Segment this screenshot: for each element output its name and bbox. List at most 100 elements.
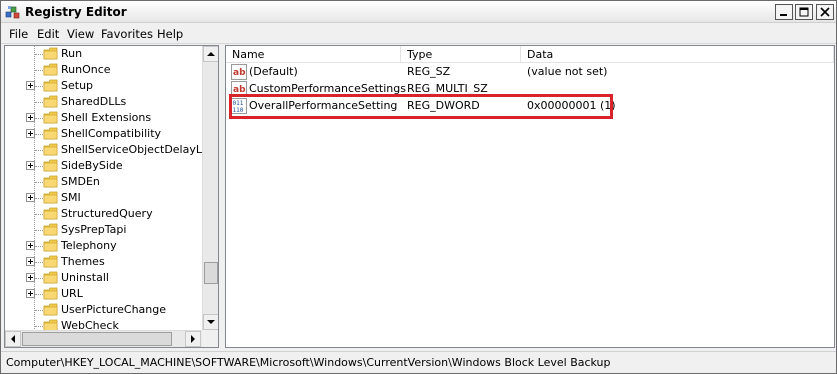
expand-icon[interactable]: [26, 257, 35, 266]
string-value-icon: ab: [231, 81, 247, 94]
tree-item-label: Shell Extensions: [61, 111, 152, 124]
tree-item[interactable]: SMI: [5, 190, 205, 206]
tree-connector: [35, 102, 43, 103]
column-header-name[interactable]: Name: [226, 46, 401, 63]
expand-icon[interactable]: [26, 193, 35, 202]
tree-connector: [35, 70, 43, 71]
tree-item[interactable]: Shell Extensions: [5, 110, 205, 126]
tree-vertical-scrollbar[interactable]: [202, 46, 218, 330]
value-name: (Default): [249, 65, 298, 78]
menu-help[interactable]: Help: [157, 27, 183, 41]
folder-icon: [43, 191, 59, 205]
minimize-button[interactable]: [775, 4, 793, 20]
expand-icon[interactable]: [26, 273, 35, 282]
tree-item[interactable]: SideBySide: [5, 158, 205, 174]
window-title: Registry Editor: [25, 5, 127, 19]
tree-item[interactable]: URL: [5, 286, 205, 302]
tree-horizontal-scrollbar[interactable]: [5, 330, 202, 347]
folder-icon: [43, 127, 59, 141]
column-header-data[interactable]: Data: [521, 46, 834, 63]
tree-connector: [35, 198, 43, 199]
menu-file[interactable]: File: [9, 27, 28, 41]
value-type: REG_SZ: [407, 65, 451, 78]
expand-icon[interactable]: [26, 289, 35, 298]
scrollbar-corner: [202, 330, 218, 347]
folder-icon: [43, 287, 59, 301]
tree-connector: [35, 182, 43, 183]
registry-editor-window: Registry Editor File Edit View Favorites…: [0, 0, 837, 374]
tree-item[interactable]: Uninstall: [5, 270, 205, 286]
scroll-left-button[interactable]: [5, 331, 21, 347]
tree-item-label: SMI: [61, 191, 81, 204]
folder-icon: [43, 79, 59, 93]
menu-view[interactable]: View: [67, 27, 94, 41]
tree-item[interactable]: Setup: [5, 78, 205, 94]
tree-item-label: Setup: [61, 79, 94, 92]
menu-favorites[interactable]: Favorites: [101, 27, 153, 41]
tree-item[interactable]: UserPictureChange: [5, 302, 205, 318]
value-type: REG_MULTI_SZ: [407, 82, 488, 94]
tree-connector: [35, 278, 43, 279]
tree-item[interactable]: RunOnce: [5, 62, 205, 78]
maximize-button[interactable]: [795, 4, 813, 20]
horizontal-scroll-thumb[interactable]: [22, 332, 172, 346]
tree-item[interactable]: StructuredQuery: [5, 206, 205, 222]
tree-item[interactable]: Telephony: [5, 238, 205, 254]
folder-icon: [43, 175, 59, 189]
scroll-right-button[interactable]: [185, 331, 201, 347]
scroll-down-button[interactable]: [203, 314, 218, 330]
folder-icon: [43, 271, 59, 285]
tree-connector: [35, 326, 43, 327]
tree-connector: [35, 118, 43, 119]
scroll-up-button[interactable]: [203, 46, 218, 62]
folder-icon: [43, 159, 59, 173]
values-list[interactable]: Name Type Data ab (Default) REG_SZ (valu…: [225, 45, 835, 348]
tree-item-label: StructuredQuery: [61, 207, 153, 220]
value-row[interactable]: ab (Default) REG_SZ (value not set): [226, 63, 826, 80]
tree-connector: [35, 214, 43, 215]
status-bar: Computer\HKEY_LOCAL_MACHINE\SOFTWARE\Mic…: [1, 351, 836, 373]
tree-connector: [35, 246, 43, 247]
tree-connector: [35, 86, 43, 87]
value-row[interactable]: ab CustomPerformanceSettings REG_MULTI_S…: [226, 80, 826, 94]
expand-icon[interactable]: [26, 81, 35, 90]
folder-icon: [43, 47, 59, 61]
menu-edit[interactable]: Edit: [37, 27, 59, 41]
tree-item-label: Run: [61, 47, 83, 60]
close-button[interactable]: [816, 4, 834, 20]
tree-item[interactable]: Run: [5, 46, 205, 62]
tree-connector: [35, 230, 43, 231]
tree-item[interactable]: ShellCompatibility: [5, 126, 205, 142]
tree-item-label: Uninstall: [61, 271, 109, 284]
tree-item[interactable]: SysPrepTapi: [5, 222, 205, 238]
folder-icon: [43, 255, 59, 269]
tree-item[interactable]: SMDEn: [5, 174, 205, 190]
expand-icon[interactable]: [26, 113, 35, 122]
folder-icon: [43, 63, 59, 77]
folder-icon: [43, 303, 59, 317]
tree-connector: [35, 54, 43, 55]
tree-item[interactable]: SharedDLLs: [5, 94, 205, 110]
svg-text:ab: ab: [233, 85, 246, 94]
column-header-type[interactable]: Type: [401, 46, 521, 63]
folder-icon: [43, 239, 59, 253]
value-data: (value not set): [527, 65, 608, 78]
value-name: CustomPerformanceSettings: [249, 82, 406, 94]
folder-icon: [43, 95, 59, 109]
tree-item-label: ShellCompatibility: [61, 127, 162, 140]
menu-bar: File Edit View Favorites Help: [1, 24, 836, 44]
tree-connector: [35, 134, 43, 135]
expand-icon[interactable]: [26, 161, 35, 170]
expand-icon[interactable]: [26, 129, 35, 138]
expand-icon[interactable]: [26, 241, 35, 250]
title-bar[interactable]: Registry Editor: [1, 1, 836, 23]
folder-icon: [43, 143, 59, 157]
tree-item[interactable]: ShellServiceObjectDelayLoad: [5, 142, 218, 158]
tree-connector: [35, 166, 43, 167]
vertical-scroll-thumb[interactable]: [204, 262, 218, 284]
tree-item[interactable]: Themes: [5, 254, 205, 270]
tree-item-label: RunOnce: [61, 63, 111, 76]
folder-icon: [43, 223, 59, 237]
tree-connector: [35, 310, 43, 311]
key-tree[interactable]: Run RunOnce Setup SharedDLLs Shell Extension…: [4, 45, 219, 348]
